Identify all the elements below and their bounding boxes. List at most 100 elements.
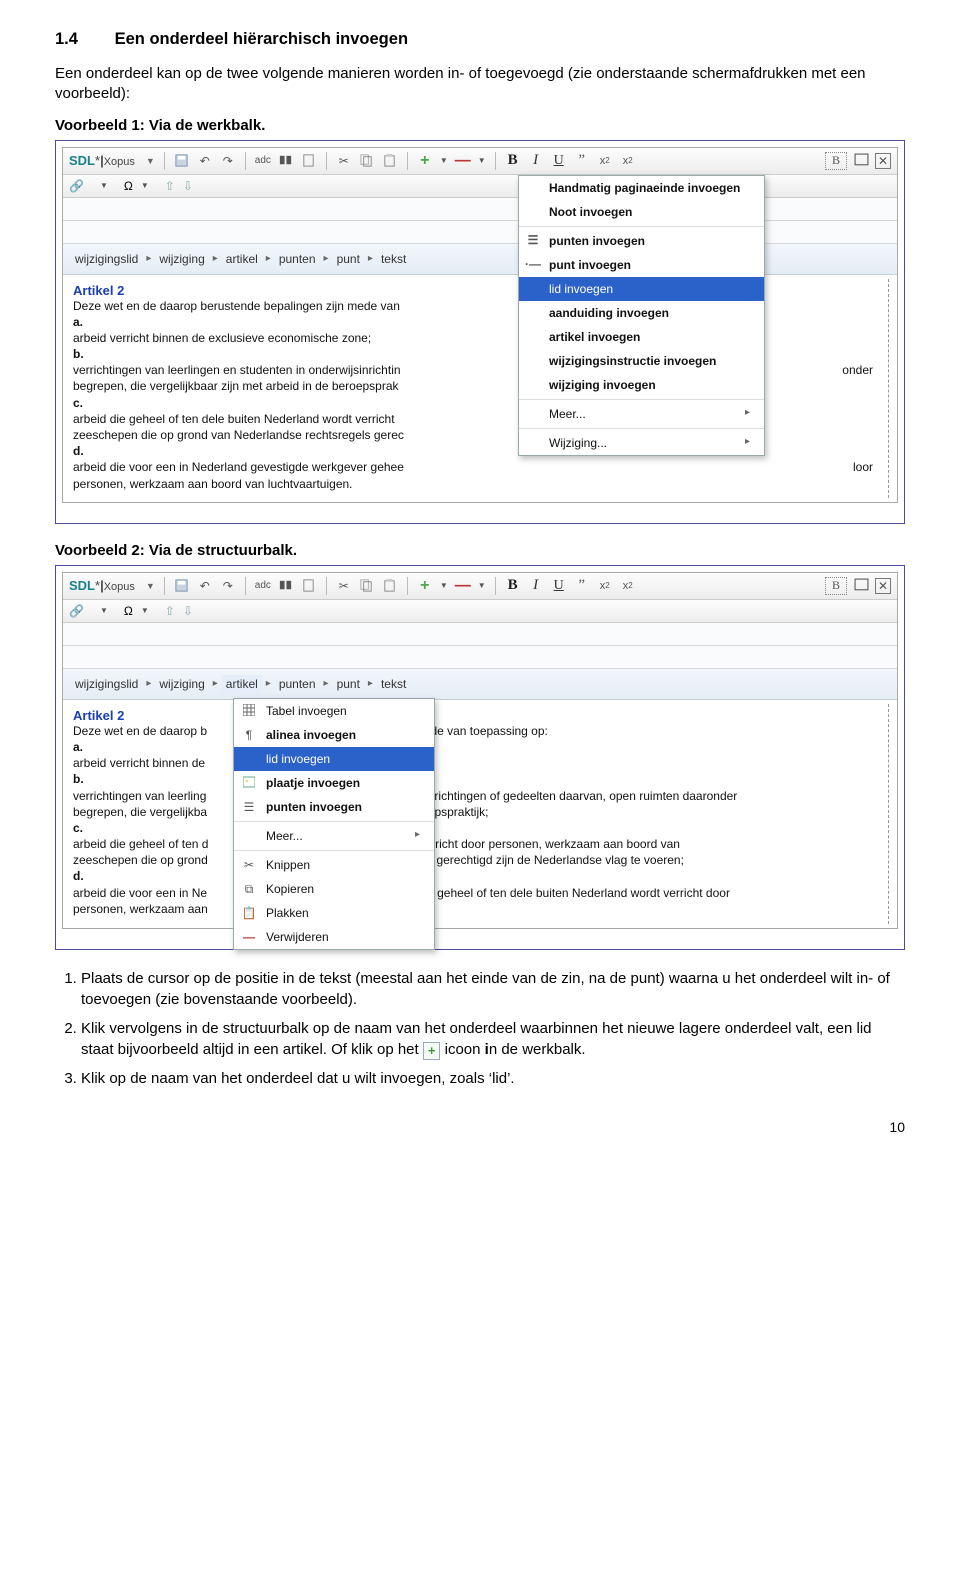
- omega-icon[interactable]: Ω: [124, 179, 133, 193]
- chevron-down-icon[interactable]: ▼: [478, 156, 486, 165]
- insert-dropdown-menu: Handmatig paginaeinde invoegen Noot invo…: [518, 175, 765, 456]
- find-icon[interactable]: [278, 153, 294, 169]
- example1-label: Voorbeeld 1: Via de werkbalk.: [55, 117, 905, 134]
- cut-icon[interactable]: ✂: [336, 153, 352, 169]
- document-icon[interactable]: [301, 578, 317, 594]
- redo-icon[interactable]: ↷: [220, 153, 236, 169]
- underline-icon[interactable]: U: [551, 578, 567, 594]
- crumb-item[interactable]: wijzigingslid: [71, 250, 142, 268]
- copy-icon[interactable]: [359, 153, 375, 169]
- remove-minus-icon[interactable]: —: [455, 578, 471, 594]
- insert-plus-icon[interactable]: +: [417, 153, 433, 169]
- insert-plus-icon[interactable]: +: [417, 578, 433, 594]
- menu-item-delete[interactable]: —Verwijderen: [234, 925, 434, 949]
- menu-item[interactable]: ☰punten invoegen: [234, 795, 434, 819]
- move-down-icon[interactable]: ⇩: [183, 604, 193, 618]
- step-1: Plaats de cursor op de positie in de tek…: [81, 968, 905, 1010]
- quote-icon[interactable]: ”: [574, 153, 590, 169]
- menu-item[interactable]: Noot invoegen: [519, 200, 764, 224]
- toggle-b-icon[interactable]: B: [825, 577, 847, 595]
- copy-icon[interactable]: [359, 578, 375, 594]
- chevron-down-icon[interactable]: ▼: [440, 581, 448, 590]
- menu-item[interactable]: plaatje invoegen: [234, 771, 434, 795]
- toggle-b-icon[interactable]: B: [825, 152, 847, 170]
- crumb-item[interactable]: wijzigingslid: [71, 675, 142, 693]
- subscript-icon[interactable]: x2: [620, 578, 636, 594]
- crumb-item[interactable]: punt: [333, 675, 364, 693]
- find-icon[interactable]: [278, 578, 294, 594]
- document-icon[interactable]: [301, 153, 317, 169]
- underline-icon[interactable]: U: [551, 153, 567, 169]
- quote-icon[interactable]: ”: [574, 578, 590, 594]
- crumb-item[interactable]: tekst: [377, 675, 410, 693]
- bold-icon[interactable]: B: [505, 578, 521, 594]
- superscript-icon[interactable]: x2: [597, 153, 613, 169]
- crumb-item[interactable]: punten: [275, 250, 320, 268]
- omega-icon[interactable]: Ω: [124, 604, 133, 618]
- menu-item[interactable]: aanduiding invoegen: [519, 301, 764, 325]
- subscript-icon[interactable]: x2: [620, 153, 636, 169]
- move-up-icon[interactable]: ⇧: [165, 604, 175, 618]
- paste-icon[interactable]: [382, 578, 398, 594]
- menu-item-selected[interactable]: lid invoegen: [234, 747, 434, 771]
- save-icon[interactable]: [174, 153, 190, 169]
- menu-item-copy[interactable]: ⧉Kopieren: [234, 877, 434, 901]
- chevron-down-icon[interactable]: ▼: [146, 156, 155, 166]
- chevron-down-icon[interactable]: ▼: [141, 181, 149, 190]
- undo-icon[interactable]: ↶: [197, 578, 213, 594]
- chevron-down-icon[interactable]: ▼: [146, 581, 155, 591]
- menu-item[interactable]: ¶alinea invoegen: [234, 723, 434, 747]
- menu-item[interactable]: ☰punten invoegen: [519, 229, 764, 253]
- cut-icon[interactable]: ✂: [336, 578, 352, 594]
- superscript-icon[interactable]: x2: [597, 578, 613, 594]
- brand-logo: SDL*|Xopus: [69, 578, 135, 593]
- remove-minus-icon[interactable]: —: [455, 153, 471, 169]
- crumb-item[interactable]: artikel: [222, 250, 262, 268]
- menu-item[interactable]: ·—punt invoegen: [519, 253, 764, 277]
- redo-icon[interactable]: ↷: [220, 578, 236, 594]
- menu-item[interactable]: wijzigingsinstructie invoegen: [519, 349, 764, 373]
- spellcheck-icon[interactable]: adc: [255, 153, 271, 169]
- spellcheck-icon[interactable]: adc: [255, 578, 271, 594]
- italic-icon[interactable]: I: [528, 153, 544, 169]
- link-icon[interactable]: 🔗: [69, 179, 84, 193]
- toolbar-row-1: SDL*|Xopus ▼ ↶ ↷ adc ✂ + ▼ — ▼ B I U ”: [63, 573, 897, 600]
- crumb-item[interactable]: tekst: [377, 250, 410, 268]
- menu-item[interactable]: Handmatig paginaeinde invoegen: [519, 176, 764, 200]
- chevron-down-icon[interactable]: ▼: [478, 581, 486, 590]
- paste-icon[interactable]: [382, 153, 398, 169]
- crumb-item[interactable]: punten: [275, 675, 320, 693]
- menu-item-paste[interactable]: 📋Plakken: [234, 901, 434, 925]
- chevron-down-icon[interactable]: ▼: [100, 181, 108, 190]
- menu-item-cut[interactable]: ✂Knippen: [234, 853, 434, 877]
- close-icon[interactable]: ✕: [875, 578, 891, 594]
- chevron-down-icon[interactable]: ▼: [100, 606, 108, 615]
- menu-item[interactable]: wijziging invoegen: [519, 373, 764, 397]
- menu-item[interactable]: Tabel invoegen: [234, 699, 434, 723]
- chevron-down-icon[interactable]: ▼: [141, 606, 149, 615]
- move-down-icon[interactable]: ⇩: [183, 179, 193, 193]
- chevron-down-icon[interactable]: ▼: [440, 156, 448, 165]
- menu-item-wijziging[interactable]: Wijziging...▸: [519, 431, 764, 455]
- undo-icon[interactable]: ↶: [197, 153, 213, 169]
- menu-item-selected[interactable]: lid invoegen: [519, 277, 764, 301]
- crumb-item[interactable]: wijziging: [155, 250, 208, 268]
- breadcrumb: wijzigingslid▸ wijziging▸ artikel▸ punte…: [63, 669, 897, 700]
- bold-icon[interactable]: B: [505, 153, 521, 169]
- move-up-icon[interactable]: ⇧: [165, 179, 175, 193]
- link-icon[interactable]: 🔗: [69, 604, 84, 618]
- save-icon[interactable]: [174, 578, 190, 594]
- menu-item[interactable]: artikel invoegen: [519, 325, 764, 349]
- close-icon[interactable]: ✕: [875, 153, 891, 169]
- italic-icon[interactable]: I: [528, 578, 544, 594]
- crumb-item[interactable]: wijziging: [155, 675, 208, 693]
- menu-item-more[interactable]: Meer...▸: [234, 824, 434, 848]
- crumb-item[interactable]: punt: [333, 250, 364, 268]
- minus-icon: —: [241, 930, 257, 944]
- menu-item-more[interactable]: Meer...▸: [519, 402, 764, 426]
- blank-row: [63, 623, 897, 646]
- crumb-item-active[interactable]: artikel: [222, 675, 262, 693]
- window-icon[interactable]: [853, 153, 869, 169]
- window-icon[interactable]: [853, 578, 869, 594]
- breadcrumb: wijzigingslid▸ wijziging▸ artikel▸ punte…: [63, 244, 897, 275]
